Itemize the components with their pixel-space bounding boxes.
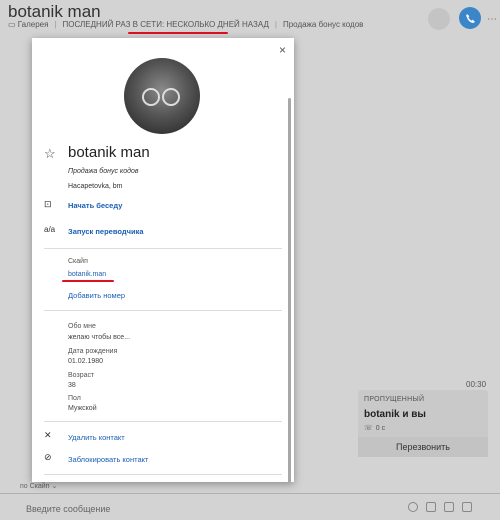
gender-value: Мужской xyxy=(68,405,97,412)
more-options-icon[interactable]: ⋯ xyxy=(487,14,497,25)
annotation-underline xyxy=(128,32,228,34)
more-tools-icon[interactable] xyxy=(480,502,490,512)
age-value: 38 xyxy=(68,382,76,389)
chat-icon: ⊡ xyxy=(44,199,52,209)
video-call-button[interactable] xyxy=(428,8,450,30)
chat-title: botanik man xyxy=(8,2,101,21)
last-seen-text: ПОСЛЕДНИЙ РАЗ В СЕТИ: НЕСКОЛЬКО ДНЕЙ НАЗ… xyxy=(62,20,269,29)
section-divider xyxy=(44,310,282,311)
chat-subtitle: ▭ Галерея | ПОСЛЕДНИЙ РАЗ В СЕТИ: НЕСКОЛ… xyxy=(8,20,364,29)
close-icon[interactable]: × xyxy=(279,43,286,57)
section-divider xyxy=(44,248,282,249)
skype-label: Скайп xyxy=(68,258,88,265)
phone-icon xyxy=(465,13,475,23)
missed-call-duration: ☏ 0 с xyxy=(364,424,386,433)
remove-contact-link[interactable]: Удалить контакт xyxy=(68,433,125,442)
block-contact-link[interactable]: Заблокировать контакт xyxy=(68,455,148,464)
audio-call-button[interactable] xyxy=(459,7,481,29)
gallery-link[interactable]: ▭ Галерея xyxy=(8,20,48,29)
emoji-icon[interactable] xyxy=(408,502,418,512)
phone-icon: ☏ xyxy=(364,425,373,432)
skype-id-link[interactable]: botanik.man xyxy=(68,271,106,278)
avatar xyxy=(124,58,200,134)
block-icon: ⊘ xyxy=(44,452,52,462)
remove-icon: ✕ xyxy=(44,430,52,440)
gender-label: Пол xyxy=(68,395,81,402)
profile-name: botanik man xyxy=(68,144,150,161)
contact-card-icon[interactable] xyxy=(462,502,472,512)
message-time: 00:30 xyxy=(466,380,487,389)
about-value: желаю чтобы все... xyxy=(68,334,131,341)
composer-tools xyxy=(408,502,490,512)
file-icon[interactable] xyxy=(444,502,454,512)
add-number-link[interactable]: Добавить номер xyxy=(68,291,125,300)
section-divider xyxy=(44,421,282,422)
scrollbar[interactable] xyxy=(288,98,291,482)
age-label: Возраст xyxy=(68,372,95,379)
composer-divider xyxy=(0,493,500,494)
birthday-label: Дата рождения xyxy=(68,348,118,355)
profile-dialog: × ☆ botanik man Продажа бонус кодов Наса… xyxy=(32,38,294,482)
send-via-selector[interactable]: по Скайп ⌄ xyxy=(20,482,57,490)
annotation-underline xyxy=(62,280,114,282)
start-translator-button[interactable]: Запуск переводчика xyxy=(68,227,144,236)
about-label: Обо мне xyxy=(68,323,96,330)
missed-call-label: ПРОПУЩЕННЫЙ xyxy=(364,396,425,403)
section-divider xyxy=(44,474,282,475)
mood-text: Продажа бонус кодов xyxy=(282,20,364,29)
callback-button[interactable]: Перезвонить xyxy=(358,437,488,457)
favorite-star-icon[interactable]: ☆ xyxy=(44,146,56,162)
translator-icon: a/a xyxy=(44,225,56,234)
missed-call-participants: botanik и вы xyxy=(364,409,426,420)
start-chat-button[interactable]: Начать беседу xyxy=(68,201,122,210)
profile-mood: Продажа бонус кодов xyxy=(68,168,139,175)
image-icon[interactable] xyxy=(426,502,436,512)
profile-location: Насаpetovka, bm xyxy=(68,183,123,190)
message-input[interactable]: Введите сообщение xyxy=(26,504,110,514)
birthday-value: 01.02.1980 xyxy=(68,358,104,365)
